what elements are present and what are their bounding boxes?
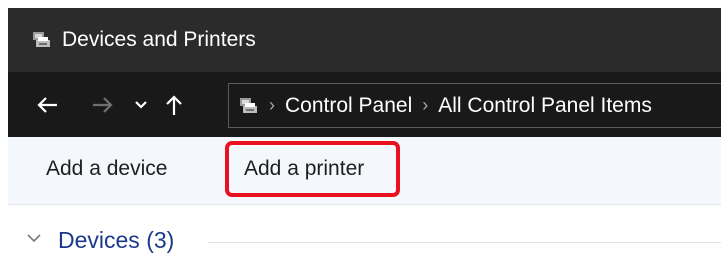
add-printer-button[interactable]: Add a printer xyxy=(244,153,364,185)
chevron-down-icon[interactable] xyxy=(26,231,42,243)
group-header-devices[interactable]: Devices (3) xyxy=(58,227,174,254)
chevron-down-icon[interactable] xyxy=(130,100,152,110)
arrow-right-icon[interactable] xyxy=(90,95,116,115)
breadcrumb-all-control-panel-items[interactable]: All Control Panel Items xyxy=(438,94,652,118)
breadcrumb-control-panel[interactable]: Control Panel xyxy=(285,94,412,118)
title-bar: Devices and Printers xyxy=(8,8,721,72)
arrow-up-icon[interactable] xyxy=(162,93,186,117)
address-bar[interactable]: › Control Panel › All Control Panel Item… xyxy=(228,83,721,128)
add-device-button[interactable]: Add a device xyxy=(46,153,167,185)
window-title: Devices and Printers xyxy=(62,28,256,51)
devices-group: Devices (3) xyxy=(8,205,721,268)
chevron-right-icon[interactable]: › xyxy=(269,95,275,116)
devices-printers-icon xyxy=(237,95,259,117)
command-bar: Add a device Add a printer xyxy=(8,137,721,205)
navigation-bar: › Control Panel › All Control Panel Item… xyxy=(8,72,721,137)
chevron-right-icon[interactable]: › xyxy=(422,95,428,116)
devices-printers-icon xyxy=(30,29,52,51)
group-divider xyxy=(208,242,721,243)
arrow-left-icon[interactable] xyxy=(34,95,60,115)
